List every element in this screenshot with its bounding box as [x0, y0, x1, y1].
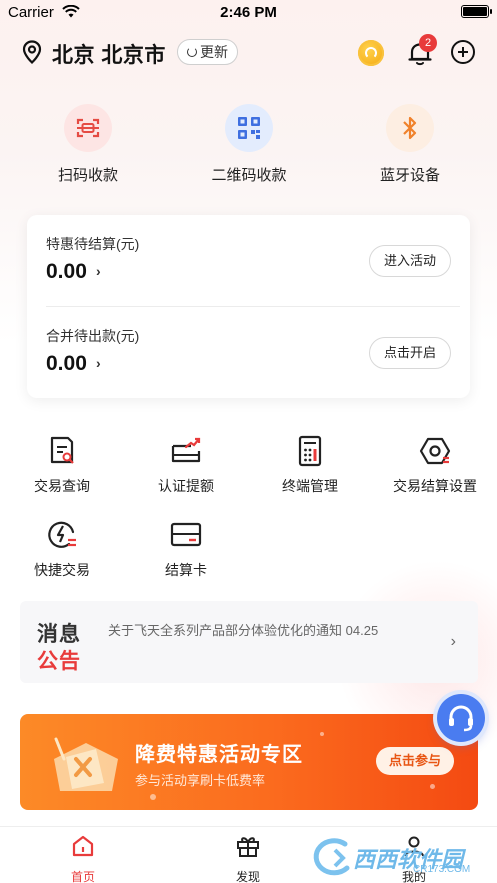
update-location-button[interactable]: 更新 [177, 39, 238, 65]
service-label: 终端管理 [282, 478, 338, 494]
terminal-icon [293, 434, 327, 468]
location-pin-icon[interactable] [22, 40, 42, 64]
watermark: 西西软件园 CR173.COM [305, 836, 495, 880]
gift-icon [237, 837, 259, 857]
battery-icon [461, 5, 492, 18]
tab-home[interactable]: 首页 [43, 834, 123, 883]
bluetooth-icon [386, 104, 434, 152]
update-label: 更新 [200, 44, 228, 60]
coin-icon[interactable] [358, 40, 384, 66]
decor-dot [320, 732, 324, 736]
clock: 2:46 PM [220, 4, 277, 21]
service-label: 认证提额 [158, 478, 214, 494]
join-button[interactable]: 点击参与 [375, 747, 454, 775]
special-settlement-title: 特惠待结算(元) [46, 236, 140, 252]
notification-badge: 2 [419, 34, 437, 52]
announcement-bar[interactable]: 消息 公告 关于飞天全系列产品部分体验优化的通知 04.25 › [20, 601, 478, 683]
enable-button[interactable]: 点击开启 [368, 337, 451, 369]
home-icon [72, 835, 94, 857]
notice-date: 04.25 [345, 623, 379, 638]
qrcode-icon [225, 104, 273, 152]
watermark-logo-icon [313, 838, 350, 876]
service-limit-raise[interactable]: 认证提额 [131, 434, 241, 496]
service-transaction-query[interactable]: 交易查询 [7, 434, 117, 496]
service-label: 快捷交易 [34, 562, 90, 578]
chevron-right-icon: › [450, 633, 456, 650]
service-label: 结算卡 [165, 562, 207, 578]
bank-card-icon [169, 518, 203, 552]
service-label: 交易结算设置 [393, 478, 477, 494]
notice-tag-line2: 公告 [37, 650, 81, 673]
special-settlement-row[interactable]: 特惠待结算(元) 0.00 › 进入活动 [46, 215, 451, 295]
bluetooth-device-button[interactable]: 蓝牙设备 [350, 104, 470, 194]
scan-icon [64, 104, 112, 152]
service-bank-card[interactable]: 结算卡 [131, 518, 241, 580]
status-bar: Carrier 2:46 PM [0, 0, 497, 24]
merged-payout-title: 合并待出款(元) [46, 328, 140, 344]
banner-title: 降费特惠活动专区 [135, 744, 303, 766]
service-label: 交易查询 [34, 478, 90, 494]
customer-service-button[interactable] [437, 694, 485, 742]
settlement-card: 特惠待结算(元) 0.00 › 进入活动 合并待出款(元) 0.00 › 点击开… [27, 215, 470, 398]
tab-discover-label: 发现 [235, 870, 260, 883]
headset-icon [449, 705, 473, 732]
merged-payout-row[interactable]: 合并待出款(元) 0.00 › 点击开启 [46, 307, 451, 387]
special-settlement-amount: 0.00 [46, 260, 87, 283]
service-quick-trade[interactable]: 快捷交易 [7, 518, 117, 580]
notice-tag-line1: 消息 [37, 623, 81, 646]
scan-pay-label: 扫码收款 [57, 167, 118, 184]
add-icon[interactable] [451, 40, 475, 64]
quick-trade-icon [45, 518, 79, 552]
watermark-domain: CR173.COM [413, 864, 471, 875]
merged-payout-amount: 0.00 [46, 352, 87, 375]
tab-discover[interactable]: 发现 [208, 834, 288, 883]
bluetooth-device-label: 蓝牙设备 [379, 167, 440, 184]
promo-banner[interactable]: 降费特惠活动专区 参与活动享刷卡低费率 点击参与 [20, 714, 478, 810]
qrcode-pay-button[interactable]: 二维码收款 [189, 104, 309, 194]
enter-activity-button[interactable]: 进入活动 [368, 245, 451, 277]
notice-message-text: 关于飞天全系列产品部分体验优化的通知 [108, 623, 343, 638]
tab-home-label: 首页 [70, 870, 95, 883]
settlement-settings-icon [418, 434, 452, 468]
chevron-right-icon: › [96, 355, 101, 371]
service-settlement-settings[interactable]: 交易结算设置 [380, 434, 490, 496]
scan-pay-button[interactable]: 扫码收款 [28, 104, 148, 194]
transaction-query-icon [45, 434, 79, 468]
decor-dot [150, 794, 156, 800]
banner-subtitle: 参与活动享刷卡低费率 [135, 773, 266, 788]
chevron-right-icon: › [96, 263, 101, 279]
service-terminal-management[interactable]: 终端管理 [255, 434, 365, 496]
qrcode-pay-label: 二维码收款 [211, 167, 287, 184]
notice-message: 关于飞天全系列产品部分体验优化的通知 04.25 [108, 620, 378, 639]
discount-ticket-icon [54, 737, 118, 791]
refresh-icon [187, 47, 197, 57]
location-label[interactable]: 北京 北京市 [52, 39, 166, 69]
limit-raise-icon [169, 434, 203, 468]
decor-dot [430, 784, 435, 789]
